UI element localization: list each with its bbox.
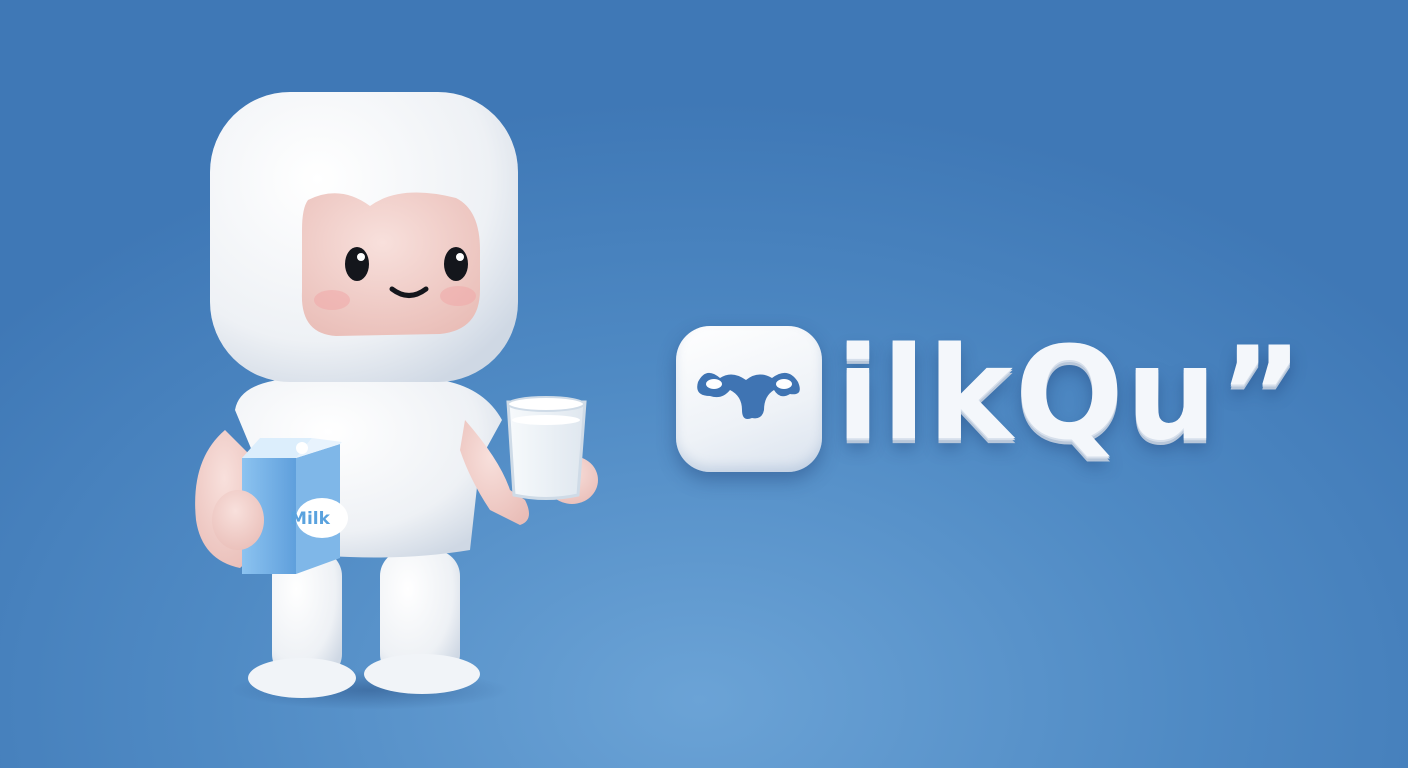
brand-wordmark: ilkQu” [836, 320, 1305, 469]
mascot-left-eye [345, 247, 369, 281]
brand-logo: ilkQu” [676, 320, 1316, 476]
mascot-right-eye [444, 247, 468, 281]
hero-scene: Milk ilkQu” [0, 0, 1408, 768]
milk-glass-icon [506, 396, 587, 500]
carton-label: Milk [290, 509, 331, 529]
milk-splash-icon [676, 326, 822, 472]
mascot-character: Milk [195, 92, 598, 698]
